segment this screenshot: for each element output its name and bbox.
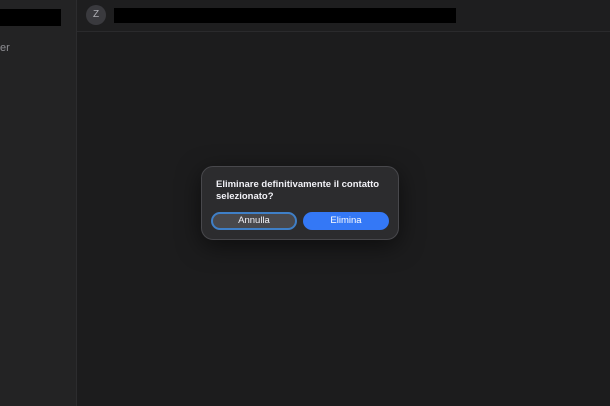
dialog-message: Eliminare definitivamente il contatto se… (216, 179, 380, 202)
delete-button[interactable]: Elimina (303, 212, 389, 230)
contact-name-redacted (114, 8, 456, 23)
contact-header: Z (77, 0, 610, 32)
app-window: er Z Eliminare definitivamente il contat… (0, 0, 610, 406)
cancel-button[interactable]: Annulla (211, 212, 297, 230)
sidebar-item-label[interactable]: er (0, 42, 10, 54)
sidebar-redacted-title (0, 9, 61, 26)
avatar[interactable]: Z (86, 5, 106, 25)
delete-contact-dialog: Eliminare definitivamente il contatto se… (201, 166, 399, 240)
sidebar: er (0, 0, 77, 406)
